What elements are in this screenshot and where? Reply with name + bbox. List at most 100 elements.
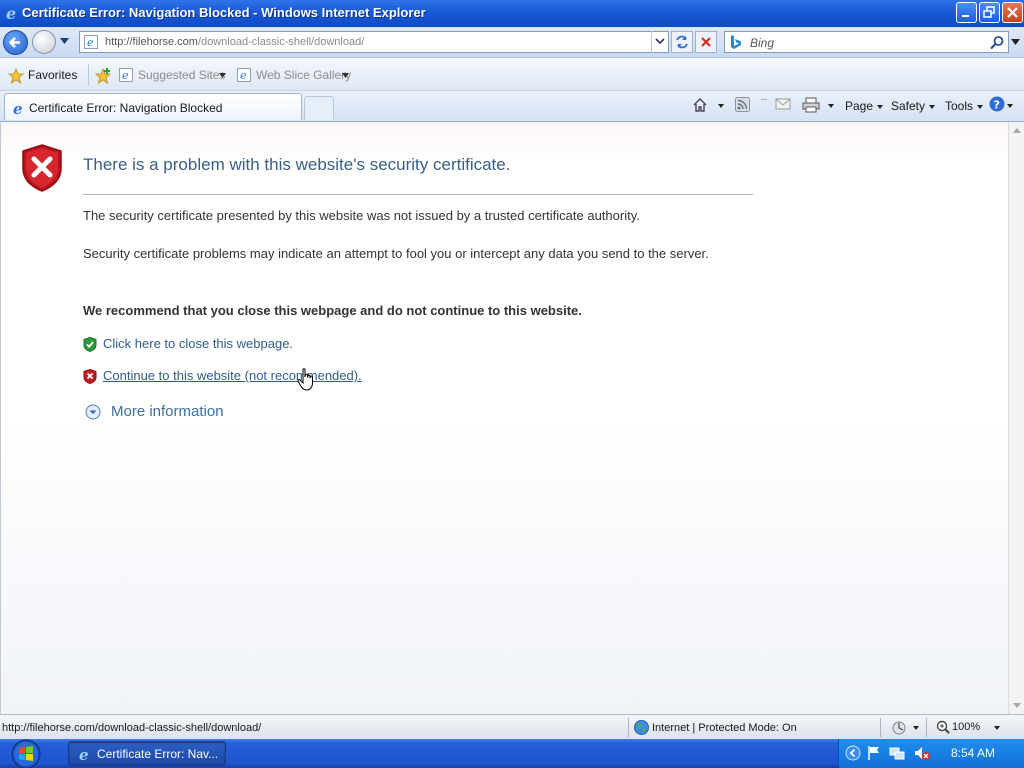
feeds-icon[interactable]	[735, 97, 750, 112]
status-separator	[628, 718, 629, 737]
system-tray: 8:54 AM	[838, 739, 1024, 768]
search-box[interactable]: Bing	[724, 31, 1009, 53]
suggested-sites-button[interactable]: Suggested Sites	[138, 68, 225, 82]
start-button[interactable]	[0, 739, 58, 768]
more-information-link[interactable]: More information	[111, 403, 224, 420]
tab-ie-icon: e	[13, 100, 23, 116]
favorites-bar: Favorites e Suggested Sites e Web Slice …	[0, 59, 1024, 91]
suggested-sites-dropdown-icon[interactable]	[219, 73, 226, 78]
tools-menu[interactable]: Tools	[945, 99, 984, 113]
svg-text:?: ?	[994, 99, 1000, 112]
hand-cursor-icon	[297, 368, 313, 391]
compatibility-view-button[interactable]	[671, 31, 693, 53]
minimize-icon	[962, 15, 969, 17]
navigation-bar: e http://filehorse.com/download-classic-…	[0, 27, 1024, 58]
favorites-separator	[88, 64, 89, 86]
vertical-scrollbar[interactable]	[1008, 122, 1024, 714]
back-arrow-icon	[8, 37, 20, 48]
action-center-flag-icon[interactable]	[867, 745, 881, 761]
restore-icon	[983, 6, 995, 18]
security-settings-icon[interactable]	[891, 720, 909, 736]
continue-to-website-link[interactable]: Continue to this website (not recommende…	[103, 368, 362, 383]
taskbar: e Certificate Error: Nav... 8:54 AM	[0, 739, 1024, 768]
status-bar: http://filehorse.com/download-classic-sh…	[0, 714, 1024, 739]
close-window-button[interactable]	[1002, 2, 1023, 23]
help-dropdown-icon[interactable]	[1007, 104, 1013, 108]
home-dropdown-icon[interactable]	[718, 104, 724, 108]
security-settings-dropdown-icon[interactable]	[913, 726, 919, 730]
tab-title: Certificate Error: Navigation Blocked	[29, 101, 223, 115]
read-mail-icon[interactable]	[775, 97, 791, 111]
forward-button[interactable]	[32, 30, 56, 54]
search-icon[interactable]	[989, 35, 1005, 51]
title-bar: e Certificate Error: Navigation Blocked …	[0, 0, 1024, 27]
restore-button[interactable]	[979, 2, 1000, 23]
print-icon[interactable]	[802, 97, 820, 113]
svg-text:e: e	[87, 36, 94, 49]
address-url: http://filehorse.com/download-classic-sh…	[105, 36, 365, 48]
page-menu[interactable]: Page	[845, 99, 884, 113]
page-dropdown-icon	[877, 104, 884, 109]
show-hidden-icons-icon[interactable]	[845, 745, 861, 761]
page-title: There is a problem with this website's s…	[83, 155, 511, 174]
safety-menu[interactable]: Safety	[891, 99, 936, 113]
expand-more-info-icon[interactable]	[85, 404, 101, 420]
web-slice-gallery-button[interactable]: Web Slice Gallery	[256, 68, 351, 82]
security-error-shield-icon	[22, 144, 62, 192]
page-ie-icon: e	[84, 35, 98, 49]
internet-globe-icon	[634, 720, 649, 735]
certificate-explanation: The security certificate presented by th…	[83, 208, 640, 223]
status-separator	[880, 718, 881, 737]
svg-text:e: e	[13, 100, 23, 116]
zoom-level[interactable]: 100%	[952, 721, 980, 733]
feeds-separator	[761, 99, 767, 100]
favorites-button[interactable]: Favorites	[28, 68, 77, 82]
minimize-button[interactable]	[956, 2, 977, 23]
search-placeholder: Bing	[750, 36, 775, 50]
scroll-up-icon[interactable]	[1013, 128, 1021, 133]
close-icon	[1007, 7, 1018, 18]
window-title: Certificate Error: Navigation Blocked - …	[22, 5, 426, 20]
close-webpage-link[interactable]: Click here to close this webpage.	[103, 336, 293, 351]
suggested-sites-icon: e	[119, 68, 133, 82]
bing-logo-icon	[731, 35, 741, 49]
red-shield-x-icon	[83, 369, 97, 384]
clock[interactable]: 8:54 AM	[951, 746, 995, 760]
security-warning-text: Security certificate problems may indica…	[83, 246, 709, 261]
security-zone-text: Internet | Protected Mode: On	[652, 722, 797, 734]
status-url: http://filehorse.com/download-classic-sh…	[2, 722, 262, 734]
stop-x-icon	[701, 37, 711, 47]
title-divider	[83, 194, 753, 195]
print-dropdown-icon[interactable]	[828, 104, 834, 108]
zoom-dropdown-icon[interactable]	[994, 726, 1000, 730]
favorites-star-icon[interactable]	[8, 68, 24, 84]
new-tab-button[interactable]	[304, 96, 334, 120]
volume-muted-icon[interactable]	[913, 745, 931, 761]
refresh-icon	[676, 35, 688, 49]
web-slice-gallery-dropdown-icon[interactable]	[342, 73, 349, 78]
network-icon[interactable]	[889, 745, 905, 761]
taskbar-window-label: Certificate Error: Nav...	[97, 747, 219, 761]
taskbar-ie-window-button[interactable]: e Certificate Error: Nav...	[68, 741, 226, 766]
stop-button[interactable]	[695, 31, 717, 53]
zoom-magnifier-icon[interactable]	[936, 720, 950, 734]
address-dropdown-button[interactable]	[651, 31, 669, 53]
search-options-dropdown-icon[interactable]	[1011, 39, 1020, 45]
home-icon[interactable]	[692, 97, 708, 113]
scroll-down-icon[interactable]	[1013, 703, 1021, 708]
svg-text:e: e	[122, 69, 129, 82]
command-bar: e Certificate Error: Navigation Blocked …	[0, 91, 1024, 122]
web-slice-gallery-icon: e	[237, 68, 251, 82]
ie-logo-icon: e	[6, 5, 16, 21]
recent-pages-dropdown-icon[interactable]	[60, 38, 69, 44]
address-bar[interactable]: e http://filehorse.com/download-classic-…	[79, 31, 669, 53]
add-to-favorites-bar-icon[interactable]	[94, 67, 112, 85]
svg-text:e: e	[79, 746, 89, 762]
status-separator	[926, 718, 927, 737]
taskbar-ie-icon: e	[79, 746, 89, 762]
help-icon[interactable]: ?	[989, 96, 1005, 112]
page-content: There is a problem with this website's s…	[0, 122, 1008, 714]
svg-text:e: e	[6, 5, 16, 21]
back-button[interactable]	[3, 30, 28, 55]
tab-certificate-error[interactable]: e Certificate Error: Navigation Blocked	[4, 93, 302, 120]
